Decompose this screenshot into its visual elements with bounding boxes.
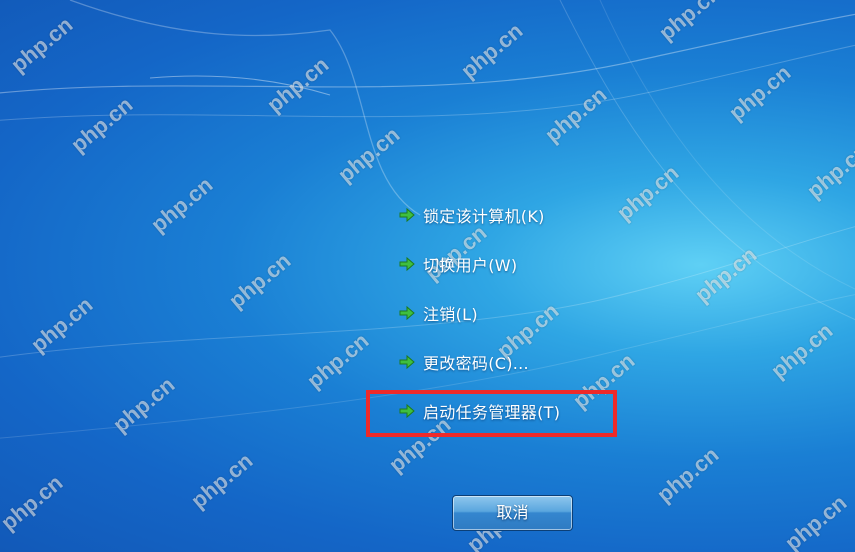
highlight-box <box>366 390 617 437</box>
log-off-option[interactable]: 注销(L) <box>398 301 560 325</box>
green-arrow-icon <box>399 256 415 272</box>
change-password-label: 更改密码(C)... <box>423 354 529 373</box>
cancel-button[interactable]: 取消 <box>452 495 573 531</box>
lock-computer-label: 锁定该计算机(K) <box>423 207 545 226</box>
green-arrow-icon <box>399 305 415 321</box>
lock-computer-option[interactable]: 锁定该计算机(K) <box>398 203 560 227</box>
green-arrow-icon <box>399 354 415 370</box>
log-off-label: 注销(L) <box>423 305 478 324</box>
switch-user-option[interactable]: 切换用户(W) <box>398 252 560 276</box>
change-password-option[interactable]: 更改密码(C)... <box>398 350 560 374</box>
green-arrow-icon <box>399 207 415 223</box>
switch-user-label: 切换用户(W) <box>423 256 518 275</box>
